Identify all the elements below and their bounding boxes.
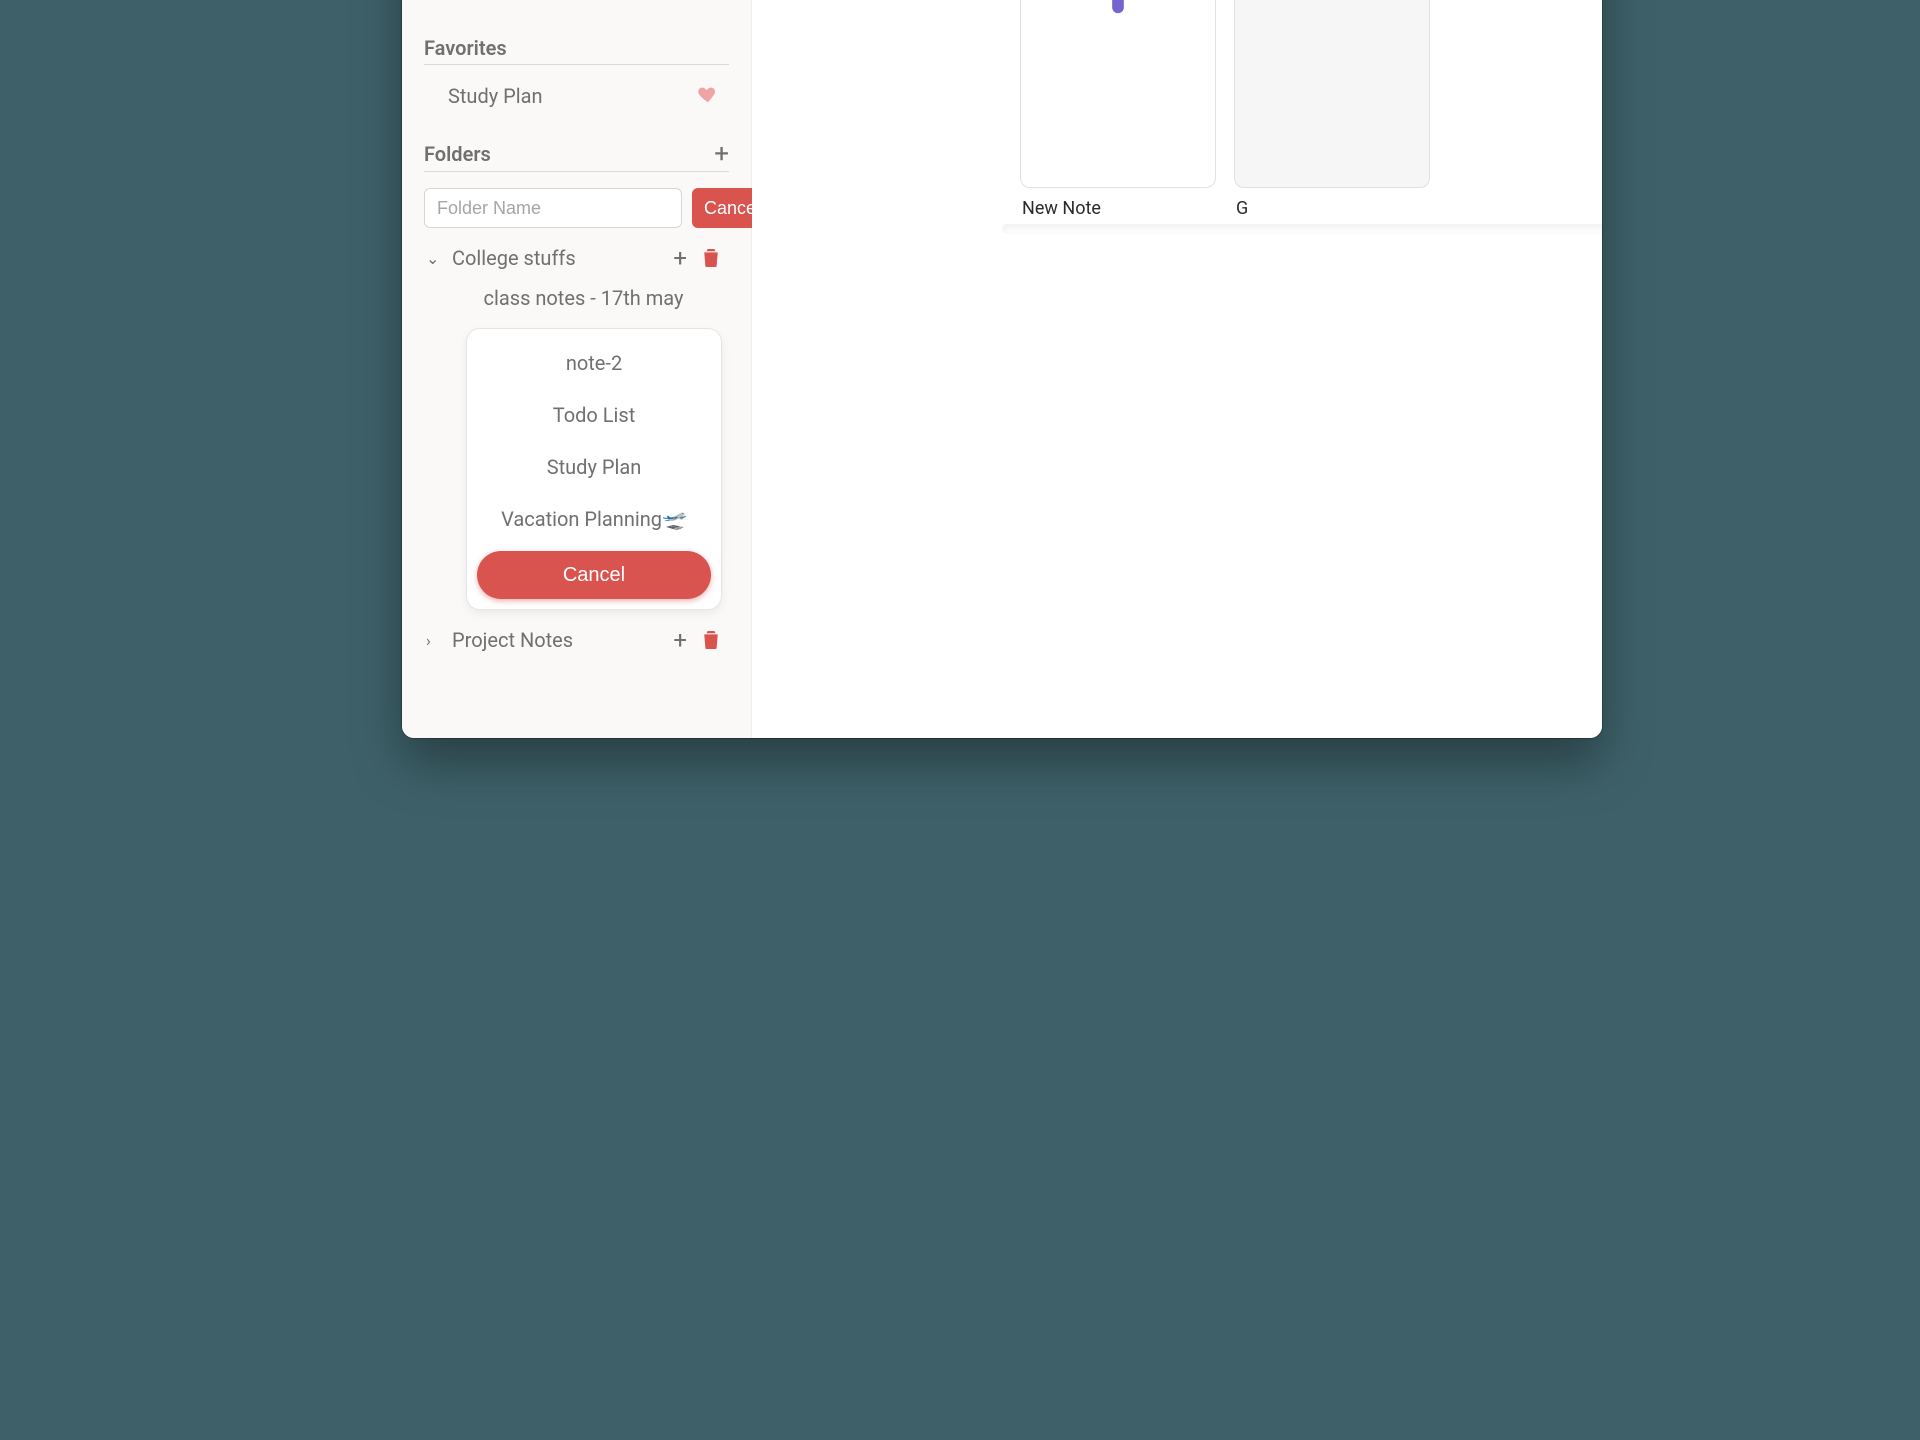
note-select-card: note-2 Todo List Study Plan Vacation Pla… [466,328,722,610]
app-window: Favorites Study Plan Folders + Cancel ⌄ [402,0,1602,738]
favorites-header: Favorites [424,36,729,65]
new-note-card: New Note [1020,0,1216,219]
note-option[interactable]: Vacation Planning🛫 [473,493,715,545]
chevron-right-icon[interactable]: › [426,631,444,650]
note-card-label: G [1234,198,1430,219]
add-folder-icon[interactable]: + [714,141,729,167]
folders-header: Folders + [424,141,729,172]
heart-icon[interactable] [697,83,719,109]
card-row-divider [1002,224,1602,234]
note-card-label: New Note [1020,198,1216,219]
folder-note[interactable]: class notes - 17th may [438,270,729,314]
note-option[interactable]: note-2 [473,337,715,389]
note-option[interactable]: Study Plan [473,441,715,493]
trash-icon[interactable] [699,631,723,649]
sidebar-top-spacer [424,0,729,4]
add-note-icon[interactable]: + [669,628,691,652]
plus-icon [1083,0,1153,19]
main-area: New Note G [752,0,1602,738]
note-option[interactable]: Todo List [473,389,715,441]
folder-create-row: Cancel [424,188,729,228]
add-note-icon[interactable]: + [669,246,691,270]
folders-title: Folders [424,142,491,166]
folder-name: Project Notes [452,628,661,652]
favorite-item[interactable]: Study Plan [424,65,729,109]
sidebar: Favorites Study Plan Folders + Cancel ⌄ [402,0,752,738]
folder-row-college[interactable]: ⌄ College stuffs + [424,228,729,270]
folder-name: College stuffs [452,246,661,270]
folder-children-college: class notes - 17th may note-2 Todo List … [424,270,729,610]
favorites-title: Favorites [424,36,507,60]
new-note-button[interactable] [1020,0,1216,188]
folder-name-input[interactable] [424,188,682,228]
favorite-label: Study Plan [448,84,543,108]
note-thumb[interactable] [1234,0,1430,188]
trash-icon[interactable] [699,249,723,267]
note-card: G [1234,0,1430,219]
folder-row-project[interactable]: › Project Notes + [424,610,729,652]
chevron-down-icon[interactable]: ⌄ [426,249,444,268]
note-select-cancel-button[interactable]: Cancel [477,551,711,599]
favorites-section: Favorites Study Plan [424,36,729,109]
folders-section: Folders + Cancel ⌄ College stuffs + clas… [424,141,729,652]
